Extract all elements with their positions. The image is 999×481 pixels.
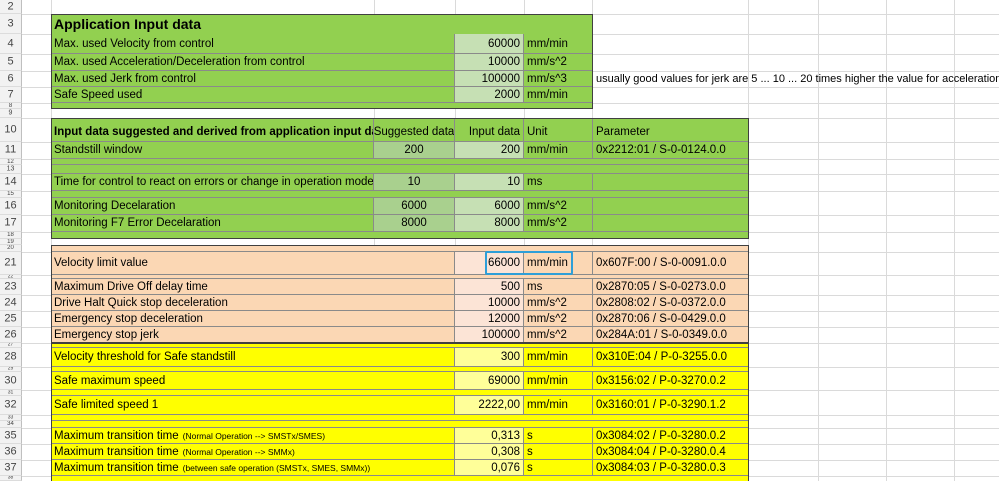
row-header[interactable]: 7 <box>0 87 22 103</box>
row-header[interactable]: 25 <box>0 311 22 327</box>
row-header[interactable]: 9 <box>0 109 22 118</box>
row-header[interactable]: 23 <box>0 279 22 295</box>
row-header[interactable]: 37 <box>0 460 22 476</box>
row-header[interactable]: 17 <box>0 215 22 232</box>
jerk-note[interactable]: usually good values for jerk are 5 ... 1… <box>593 71 999 87</box>
row-header[interactable]: 38 <box>0 476 22 481</box>
safety-block-border <box>51 343 749 481</box>
row-header[interactable]: 30 <box>0 372 22 390</box>
row-header[interactable]: 16 <box>0 198 22 215</box>
row-header[interactable]: 5 <box>0 54 22 71</box>
row-header[interactable]: 13 <box>0 165 22 174</box>
row-header[interactable]: 10 <box>0 118 22 142</box>
row-header[interactable]: 35 <box>0 428 22 444</box>
row-header[interactable]: 36 <box>0 444 22 460</box>
spreadsheet-grid[interactable]: 2 3 4 5 6 7 8 9 10 11 12 13 14 15 16 17 … <box>0 0 999 481</box>
row-header[interactable]: 4 <box>0 34 22 54</box>
cell-selection-highlight <box>485 251 573 275</box>
row-header[interactable]: 26 <box>0 327 22 343</box>
app-block-border <box>51 14 593 109</box>
row-header[interactable]: 2 <box>0 0 22 14</box>
row-header[interactable]: 28 <box>0 348 22 367</box>
derived-block-border <box>51 118 749 239</box>
row-header[interactable]: 6 <box>0 71 22 87</box>
row-header[interactable]: 15 <box>0 191 22 198</box>
row-header[interactable]: 21 <box>0 252 22 275</box>
row-header[interactable]: 34 <box>0 421 22 428</box>
row-header[interactable]: 32 <box>0 396 22 415</box>
row-header[interactable]: 3 <box>0 14 22 34</box>
row-header[interactable]: 18 <box>0 232 22 239</box>
row-header[interactable]: 24 <box>0 295 22 311</box>
row-header[interactable]: 20 <box>0 245 22 252</box>
drive-block-border <box>51 245 749 343</box>
row-header[interactable]: 14 <box>0 174 22 191</box>
row-header[interactable]: 11 <box>0 142 22 159</box>
